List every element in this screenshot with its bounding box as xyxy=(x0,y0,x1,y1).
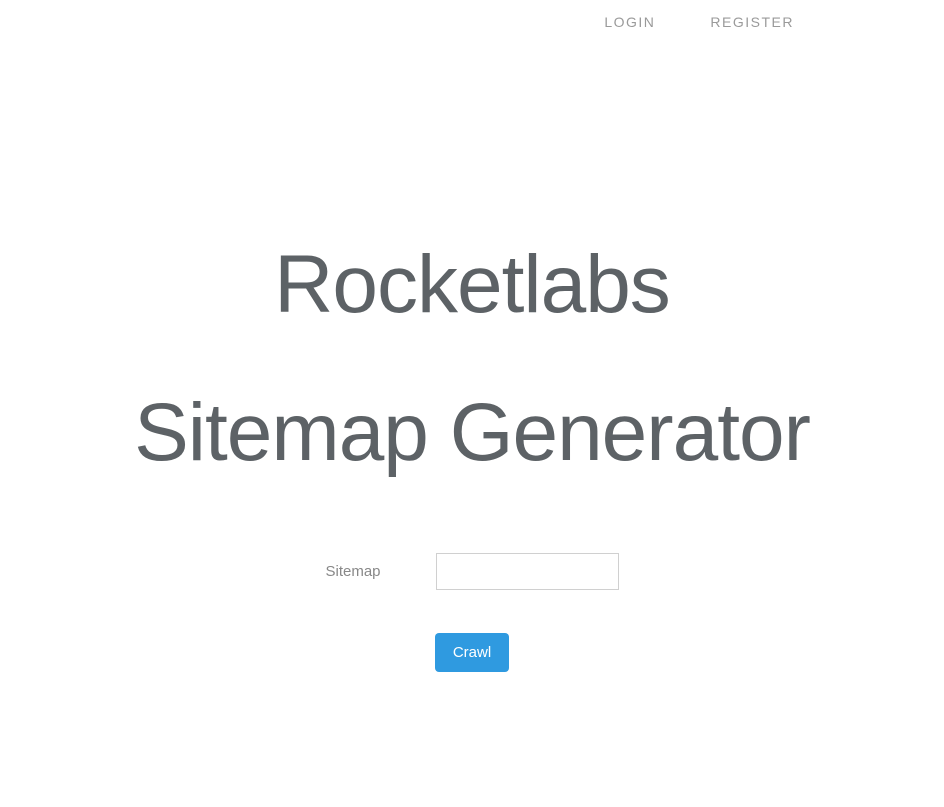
top-nav: LOGIN REGISTER xyxy=(604,14,794,30)
login-link[interactable]: LOGIN xyxy=(604,14,655,30)
page-title-line2: Sitemap Generator xyxy=(0,388,944,478)
page-title-line1: Rocketlabs xyxy=(0,240,944,330)
register-link[interactable]: REGISTER xyxy=(710,14,794,30)
sitemap-form: Sitemap Crawl xyxy=(0,553,944,672)
main-content: Rocketlabs Sitemap Generator Sitemap Cra… xyxy=(0,240,944,672)
sitemap-form-row: Sitemap xyxy=(325,553,618,590)
sitemap-input[interactable] xyxy=(436,553,619,590)
sitemap-label: Sitemap xyxy=(325,563,380,580)
crawl-button[interactable]: Crawl xyxy=(435,633,509,672)
